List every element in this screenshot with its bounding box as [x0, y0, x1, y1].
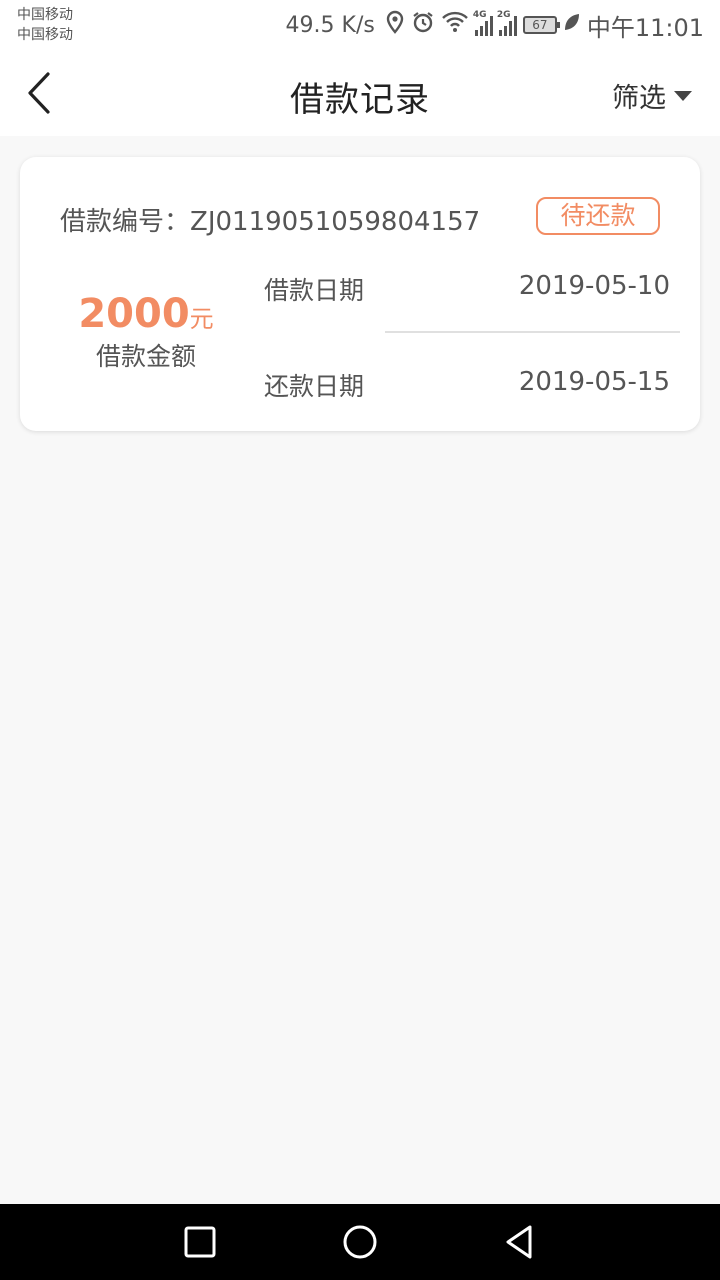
clock: 中午11:01 [586, 13, 704, 42]
carrier-2: 中国移动 [17, 27, 73, 43]
filter-label: 筛选 [612, 83, 666, 114]
home-button[interactable] [340, 1222, 380, 1262]
caret-down-icon [674, 90, 692, 101]
loan-date-value: 2019-05-10 [518, 271, 670, 301]
loan-record-card[interactable]: 借款编号：ZJ0119051059804157 待还款 2000元 借款金额 借… [20, 157, 700, 431]
repay-date-value: 2019-05-15 [518, 367, 670, 397]
loan-amount-block: 2000元 借款金额 [60, 291, 232, 373]
nav-bar: 借款记录 筛选 [0, 50, 720, 136]
loan-number-label: 借款编号： [60, 207, 191, 237]
recent-apps-button[interactable] [180, 1222, 220, 1262]
filter-button[interactable]: 筛选 [612, 76, 692, 115]
loan-number: 借款编号：ZJ0119051059804157 [60, 201, 480, 238]
signal-2g-icon: 2G [497, 10, 517, 36]
loan-number-value: ZJ0119051059804157 [190, 207, 481, 237]
square-icon [184, 1226, 216, 1258]
repay-date-label: 还款日期 [264, 372, 365, 401]
signal-2g-label: 2G [496, 10, 511, 20]
loan-amount: 2000 [78, 291, 190, 337]
triangle-back-icon [506, 1225, 532, 1259]
alarm-icon [411, 10, 435, 40]
back-nav-button[interactable] [500, 1222, 540, 1262]
row-divider [385, 331, 680, 333]
status-badge: 待还款 [536, 197, 660, 235]
carrier-info: 中国移动 中国移动 [17, 5, 73, 45]
wifi-icon [441, 11, 469, 39]
battery-icon: 67 [522, 16, 560, 34]
signal-4g-icon: 4G [473, 10, 493, 36]
leaf-icon [563, 12, 581, 38]
network-speed: 49.5 K/s [285, 12, 375, 38]
loan-amount-label: 借款金额 [95, 342, 196, 371]
loan-amount-unit: 元 [189, 305, 214, 333]
circle-icon [343, 1225, 377, 1259]
status-icons: 49.5 K/s 4G 2G 67 中午11:01 [286, 8, 704, 42]
signal-4g-label: 4G [472, 10, 487, 20]
carrier-1: 中国移动 [17, 7, 73, 23]
status-bar: 中国移动 中国移动 49.5 K/s 4G 2G 67 中午11:01 [0, 0, 720, 50]
system-nav-bar [0, 1204, 720, 1280]
location-icon [385, 10, 405, 40]
loan-date-label: 借款日期 [264, 276, 365, 305]
